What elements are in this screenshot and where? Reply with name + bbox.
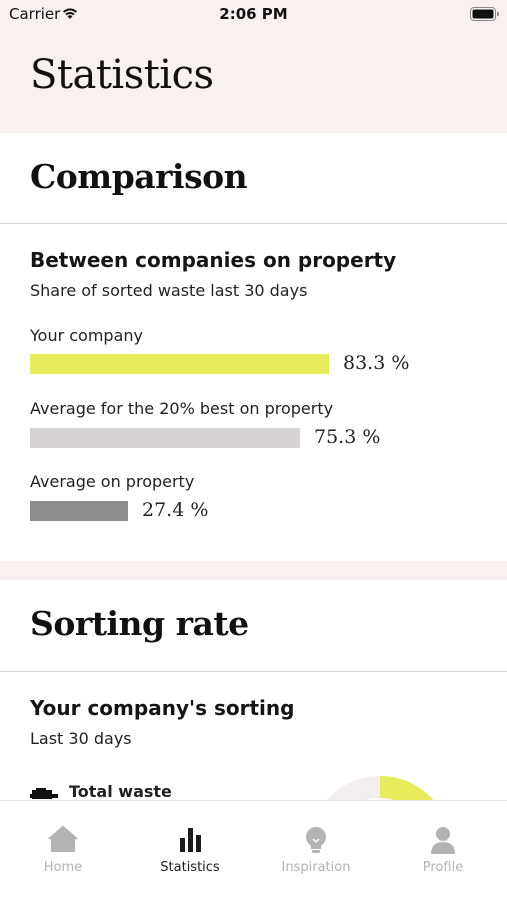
tab-home-label: Home (43, 860, 83, 875)
house-icon (48, 825, 78, 852)
bar-value-your-company: 83.3 % (343, 352, 410, 374)
person-icon (431, 827, 455, 854)
tab-inspiration-label: Inspiration (281, 860, 351, 875)
tab-statistics-label: Statistics (160, 860, 220, 875)
bar-label-your-company: Your company (30, 326, 143, 345)
tab-bar: Home Statistics Inspiration Profile (0, 800, 507, 900)
bar-top-20-average (30, 428, 300, 448)
battery-icon (470, 7, 499, 21)
bar-your-company (30, 354, 329, 374)
tab-statistics[interactable]: Statistics (127, 801, 253, 900)
sorting-rate-section-header: Sorting rate (0, 580, 507, 672)
section-divider (0, 561, 507, 580)
bar-property-average (30, 501, 128, 521)
tab-inspiration[interactable]: Inspiration (253, 801, 379, 900)
status-bar: Carrier 2:06 PM (0, 0, 507, 30)
lightbulb-icon (306, 827, 326, 853)
bar-label-property-average: Average on property (30, 472, 195, 491)
sorting-card-subtitle: Last 30 days (30, 729, 132, 748)
comparison-title: Comparison (30, 157, 248, 196)
tab-home[interactable]: Home (0, 801, 126, 900)
comparison-card-heading: Between companies on property (30, 248, 397, 272)
page-title: Statistics (30, 52, 214, 98)
bar-chart-icon (180, 828, 201, 852)
bar-label-top-20-average: Average for the 20% best on property (30, 399, 334, 418)
bar-value-top-20-average: 75.3 % (314, 426, 381, 448)
sorting-card-heading: Your company's sorting (30, 696, 295, 720)
total-waste-label: Total waste (69, 782, 172, 801)
header: Statistics (0, 30, 507, 133)
tab-profile-label: Profile (422, 860, 464, 875)
comparison-card-subtitle: Share of sorted waste last 30 days (30, 281, 308, 300)
tab-profile[interactable]: Profile (380, 801, 506, 900)
clock: 2:06 PM (219, 5, 288, 23)
bar-value-property-average: 27.4 % (142, 499, 209, 521)
comparison-section-header: Comparison (0, 133, 507, 224)
sorting-rate-title: Sorting rate (30, 604, 249, 643)
